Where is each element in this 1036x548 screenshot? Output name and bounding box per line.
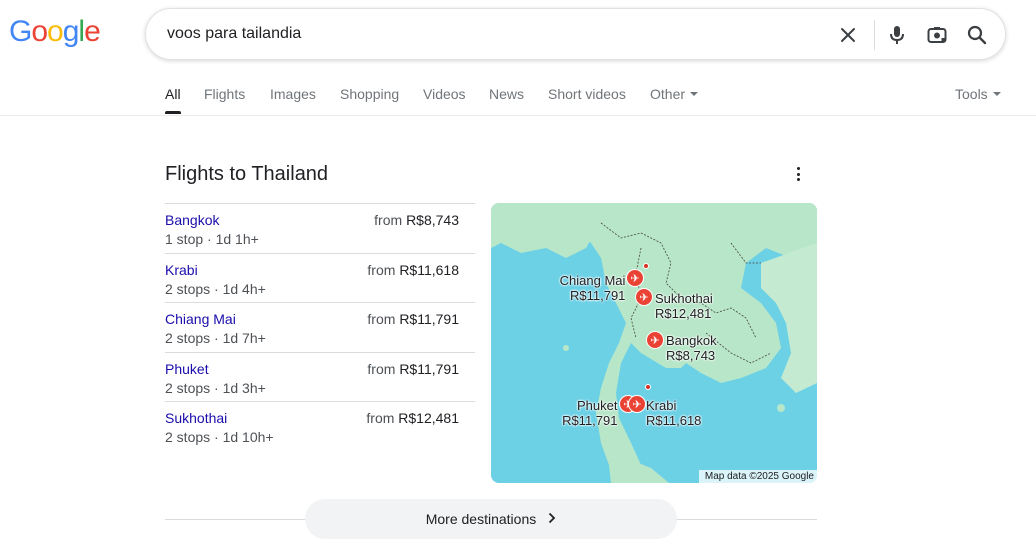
- tab-images[interactable]: Images: [270, 86, 316, 102]
- chevron-right-icon: [548, 511, 556, 527]
- flight-row[interactable]: Bangkok 1 stop · 1d 1h+ from R$8,743: [165, 203, 475, 253]
- logo-letter: e: [84, 15, 101, 48]
- map-label-price: R$11,791: [570, 288, 626, 303]
- flight-row[interactable]: Sukhothai 2 stops · 1d 10h+ from R$12,48…: [165, 401, 475, 451]
- flight-price: from R$12,481: [366, 410, 459, 426]
- active-tab-indicator: [165, 111, 181, 114]
- airport-pin-icon[interactable]: ✈: [635, 288, 653, 306]
- flight-city[interactable]: Bangkok: [165, 212, 219, 228]
- clear-icon[interactable]: [835, 22, 861, 48]
- flight-details: 2 stops · 1d 3h+: [165, 379, 266, 396]
- map-label-price: R$8,743: [666, 348, 716, 363]
- header-divider: [0, 115, 1036, 116]
- more-destinations-button[interactable]: More destinations: [305, 499, 677, 539]
- tab-other[interactable]: Other: [650, 86, 699, 102]
- price-value: R$12,481: [398, 410, 459, 426]
- map-label-chiang-mai: Chiang Mai R$11,791: [559, 273, 626, 303]
- price-prefix: from: [367, 261, 396, 278]
- price-prefix: from: [367, 311, 396, 327]
- map-label-sukhothai: Sukhothai R$12,481: [655, 291, 713, 321]
- search-icon[interactable]: [964, 22, 990, 48]
- price-value: R$8,743: [406, 212, 459, 228]
- caret-down-icon: [992, 92, 1001, 97]
- search-divider: [874, 20, 875, 50]
- logo-letter: o: [31, 15, 48, 48]
- map-label-phuket: Phuket R$11,791: [562, 398, 617, 428]
- flight-details: 2 stops · 1d 10h+: [165, 429, 274, 445]
- logo-letter: g: [62, 15, 80, 48]
- flight-price: from R$11,791: [367, 361, 459, 377]
- caret-down-icon: [690, 92, 699, 97]
- map-label-name: Bangkok: [666, 333, 717, 348]
- map-label-price: R$12,481: [655, 306, 712, 321]
- card-title: Flights to Thailand: [165, 163, 329, 185]
- flight-row[interactable]: Krabi 2 stops · 1d 4h+ from R$11,618: [165, 252, 475, 303]
- price-value: R$11,791: [399, 311, 459, 327]
- map-label-price: R$11,618: [646, 413, 702, 428]
- tab-short-videos[interactable]: Short videos: [548, 86, 626, 102]
- flight-city[interactable]: Krabi: [165, 262, 198, 278]
- more-destinations-label: More destinations: [425, 511, 537, 527]
- map-label-name: Chiang Mai: [559, 273, 626, 288]
- flight-city[interactable]: Phuket: [165, 361, 209, 377]
- flight-city[interactable]: Sukhothai: [165, 410, 227, 426]
- flight-price: from R$11,618: [367, 262, 459, 278]
- flight-price: from R$8,743: [374, 212, 459, 228]
- flight-details: 1 stop · 1d 1h+: [165, 231, 259, 247]
- price-prefix: from: [367, 360, 396, 377]
- more-options-icon[interactable]: [790, 165, 808, 183]
- flight-details: 2 stops · 1d 7h+: [165, 330, 266, 346]
- map-label-bangkok: Bangkok R$8,743: [666, 333, 717, 363]
- tab-other-label: Other: [650, 86, 686, 102]
- map-attribution[interactable]: Map data ©2025 Google: [698, 470, 817, 483]
- tools-label: Tools: [955, 86, 988, 102]
- camera-lens-icon[interactable]: [924, 22, 950, 48]
- tab-flights[interactable]: Flights: [204, 86, 245, 102]
- flights-map[interactable]: ✈ Chiang Mai R$11,791 ✈ Sukhothai R$12,4…: [491, 203, 817, 483]
- flight-price: from R$11,791: [367, 311, 459, 327]
- map-label-name: Phuket: [577, 398, 618, 413]
- flights-list: Bangkok 1 stop · 1d 1h+ from R$8,743 Kra…: [165, 203, 475, 451]
- price-prefix: from: [366, 410, 395, 426]
- map-dot: [643, 263, 649, 269]
- price-value: R$11,618: [399, 261, 459, 278]
- flight-row[interactable]: Chiang Mai 2 stops · 1d 7h+ from R$11,79…: [165, 302, 475, 352]
- flight-details: 2 stops · 1d 4h+: [165, 280, 266, 297]
- logo-letter: G: [9, 15, 32, 48]
- tab-videos[interactable]: Videos: [423, 86, 466, 102]
- search-box[interactable]: voos para tailandia: [145, 8, 1006, 60]
- map-label-krabi: Krabi R$11,618: [646, 398, 701, 428]
- map-label-name: Sukhothai: [655, 291, 713, 306]
- tab-all[interactable]: All: [165, 86, 181, 102]
- price-value: R$11,791: [399, 360, 459, 377]
- tab-news[interactable]: News: [489, 86, 524, 102]
- google-logo[interactable]: Google: [9, 15, 101, 49]
- map-dot: [645, 384, 651, 390]
- search-input[interactable]: voos para tailandia: [167, 25, 301, 43]
- airport-pin-icon[interactable]: ✈: [628, 395, 646, 413]
- microphone-icon[interactable]: [884, 22, 910, 48]
- price-prefix: from: [374, 212, 403, 228]
- map-label-name: Krabi: [646, 398, 677, 413]
- logo-letter: o: [47, 15, 64, 48]
- flight-city[interactable]: Chiang Mai: [165, 311, 236, 327]
- airport-pin-icon[interactable]: ✈: [626, 269, 644, 287]
- flight-row[interactable]: Phuket 2 stops · 1d 3h+ from R$11,791: [165, 351, 475, 402]
- map-label-price: R$11,791: [562, 413, 618, 428]
- airport-pin-icon[interactable]: ✈: [646, 331, 664, 349]
- tab-shopping[interactable]: Shopping: [340, 86, 399, 102]
- tools-button[interactable]: Tools: [955, 86, 1001, 102]
